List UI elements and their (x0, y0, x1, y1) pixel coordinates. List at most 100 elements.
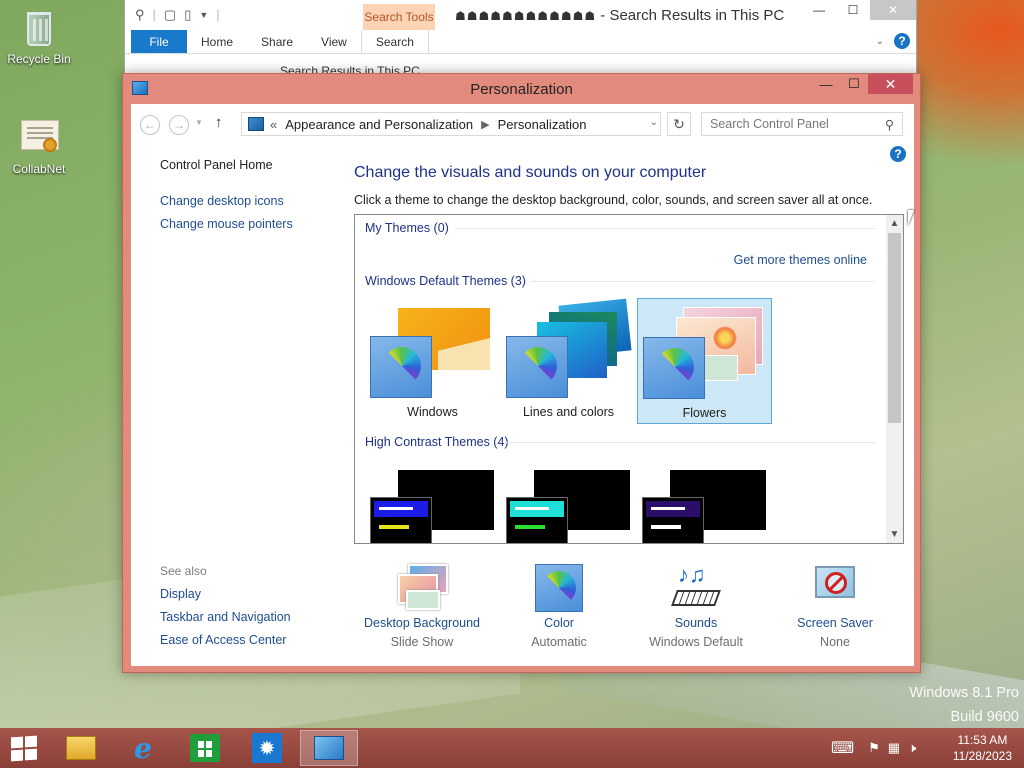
up-button[interactable]: ↑ (215, 114, 223, 131)
back-button[interactable]: ← (140, 115, 160, 135)
recent-pages-chevron-icon[interactable]: ▼ (195, 118, 203, 127)
screen-saver-item[interactable]: Screen Saver None (765, 564, 905, 649)
themes-scrollbar[interactable]: ▲ ▼ (886, 215, 903, 543)
desktop-icon-collabnet[interactable]: CollabNet (1, 116, 77, 176)
minimize-button[interactable]: — (802, 0, 836, 20)
control-panel-home-link[interactable]: Control Panel Home (160, 158, 273, 172)
page-title: Change the visuals and sounds on your co… (354, 164, 707, 181)
network-icon[interactable]: ▦ (888, 740, 900, 756)
sounds-link[interactable]: Sounds (626, 616, 766, 630)
desktop-background-icon (398, 564, 448, 612)
window-client-area: ← → ▼ ↑ « Appearance and Personalization… (131, 104, 914, 666)
breadcrumb-separator-icon[interactable]: ▶ (481, 118, 489, 131)
theme-lines-and-colors[interactable]: Lines and colors (501, 298, 636, 424)
theme-high-contrast-1[interactable] (365, 470, 500, 543)
forward-button[interactable]: → (169, 115, 189, 135)
control-panel-icon (314, 736, 344, 760)
maximize-button[interactable]: ☐ (836, 0, 870, 20)
themes-list[interactable]: My Themes (0) Get more themes online Win… (354, 214, 904, 544)
address-bar[interactable]: « Appearance and Personalization ▶ Perso… (241, 112, 661, 136)
chevron-down-icon[interactable]: ⌄ (876, 36, 884, 47)
explorer-window-background[interactable]: ⚲ | ▢ ▯ ▼ | Search Tools ☗☗☗☗☗☗☗☗☗☗☗☗ - … (124, 0, 917, 84)
taskbar-file-explorer[interactable] (52, 730, 110, 766)
display-link[interactable]: Display (160, 587, 201, 601)
clock-time: 11:53 AM (957, 733, 1008, 747)
certificate-icon (19, 116, 59, 160)
window-title-bar[interactable]: Personalization — ☐ ✕ (123, 74, 920, 102)
color-palette-icon (370, 336, 432, 398)
clock-date: 11/28/2023 (952, 749, 1012, 763)
keyboard-icon[interactable]: ⌨ (831, 738, 854, 758)
sounds-item[interactable]: ♪♫ Sounds Windows Default (626, 564, 766, 650)
chevron-down-icon[interactable]: ⌄ (650, 117, 658, 128)
desktop-icon-label: CollabNet (12, 162, 66, 176)
close-button[interactable]: ✕ (868, 74, 913, 94)
taskbar-navigation-link[interactable]: Taskbar and Navigation (160, 610, 291, 624)
get-more-themes-link[interactable]: Get more themes online (734, 253, 867, 267)
close-button[interactable]: ✕ (870, 0, 916, 20)
breadcrumb-personalization[interactable]: Personalization (498, 117, 587, 132)
taskbar-weather[interactable]: ✹ (238, 730, 296, 766)
desktop-background-item[interactable]: Desktop Background Slide Show (352, 564, 492, 649)
system-tray: ⌨ ⚑ ▦ 🕨 (831, 728, 916, 768)
theme-high-contrast-2[interactable] (501, 470, 636, 543)
desktop-icon-label: Recycle Bin (7, 52, 71, 66)
maximize-button[interactable]: ☐ (840, 74, 868, 94)
new-folder-icon[interactable]: ▯ (184, 7, 191, 23)
page-description: Click a theme to change the desktop back… (354, 193, 873, 207)
theme-label: Windows (407, 405, 458, 419)
theme-windows[interactable]: Windows (365, 298, 500, 424)
scroll-down-icon[interactable]: ▼ (886, 526, 903, 543)
store-icon (190, 734, 220, 762)
desktop-icon-recycle-bin[interactable]: Recycle Bin (1, 6, 77, 66)
search-placeholder: Search Control Panel (710, 117, 829, 131)
quick-access-toolbar: ⚲ | ▢ ▯ ▼ | (135, 7, 220, 23)
ribbon-tabs: File Home Share View Search ⌄ ? (125, 30, 916, 54)
taskbar-internet-explorer[interactable]: e (114, 730, 172, 766)
search-icon[interactable]: ⚲ (885, 117, 894, 132)
tab-share[interactable]: Share (247, 30, 307, 53)
explorer-title-bar: ⚲ | ▢ ▯ ▼ | Search Tools ☗☗☗☗☗☗☗☗☗☗☗☗ - … (125, 0, 916, 30)
properties-icon[interactable]: ▢ (164, 7, 176, 23)
help-icon[interactable]: ? (894, 33, 910, 49)
group-my-themes: My Themes (0) (365, 221, 449, 235)
refresh-button[interactable]: ↻ (667, 112, 691, 136)
search-icon[interactable]: ⚲ (135, 7, 145, 23)
sounds-icon: ♪♫ (671, 564, 721, 612)
change-mouse-pointers-link[interactable]: Change mouse pointers (160, 217, 293, 231)
contextual-tab-search-tools[interactable]: Search Tools (363, 4, 435, 30)
taskbar-control-panel[interactable] (300, 730, 358, 766)
action-center-flag-icon[interactable]: ⚑ (868, 740, 880, 756)
minimize-button[interactable]: — (812, 74, 840, 94)
screen-saver-icon (811, 564, 859, 612)
chevron-down-icon[interactable]: ▼ (199, 7, 208, 23)
sounds-value: Windows Default (649, 635, 743, 649)
tab-view[interactable]: View (307, 30, 361, 53)
theme-high-contrast-black[interactable] (637, 470, 772, 543)
window-controls: — ☐ ✕ (812, 74, 913, 94)
theme-flowers[interactable]: Flowers (637, 298, 772, 424)
search-input[interactable]: Search Control Panel ⚲ (701, 112, 903, 136)
breadcrumb-prefix[interactable]: « (270, 117, 277, 132)
scrollbar-thumb[interactable] (888, 233, 901, 423)
screen-saver-link[interactable]: Screen Saver (765, 616, 905, 630)
ease-of-access-link[interactable]: Ease of Access Center (160, 633, 286, 647)
color-link[interactable]: Color (489, 616, 629, 630)
volume-muted-icon[interactable]: 🕨 (908, 740, 916, 756)
change-desktop-icons-link[interactable]: Change desktop icons (160, 194, 284, 208)
color-palette-icon (506, 336, 568, 398)
taskbar-clock[interactable]: 11:53 AM 11/28/2023 (953, 732, 1012, 764)
help-icon[interactable]: ? (890, 146, 906, 162)
tab-file[interactable]: File (131, 30, 187, 53)
color-value: Automatic (531, 635, 587, 649)
taskbar-store[interactable] (176, 730, 234, 766)
color-item[interactable]: Color Automatic (489, 564, 629, 649)
navigation-bar: ← → ▼ ↑ « Appearance and Personalization… (131, 104, 914, 144)
tab-search[interactable]: Search (360, 30, 429, 53)
breadcrumb-appearance[interactable]: Appearance and Personalization (285, 117, 473, 132)
explorer-title-text: Search Results in This PC (609, 7, 785, 24)
start-button[interactable] (11, 735, 39, 762)
scroll-up-icon[interactable]: ▲ (886, 215, 903, 232)
desktop-background-link[interactable]: Desktop Background (352, 616, 492, 630)
tab-home[interactable]: Home (187, 30, 247, 53)
